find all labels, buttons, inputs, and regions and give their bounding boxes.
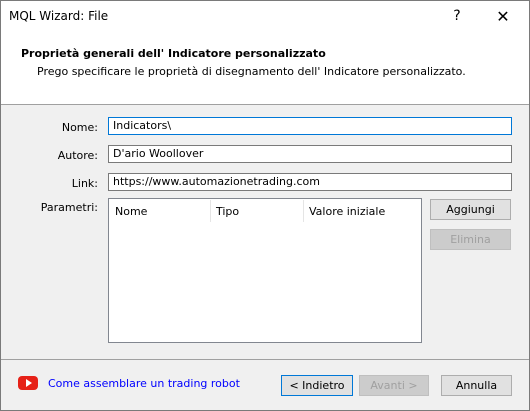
header-subtitle: Prego specificare le proprietà di disegn… [37,65,466,78]
add-parameter-button[interactable]: Aggiungi [430,199,511,220]
column-header-name[interactable]: Nome [109,199,210,223]
author-label: Autore: [57,149,98,162]
name-label: Nome: [61,121,98,134]
footer-divider [1,359,529,360]
mql-wizard-dialog: MQL Wizard: File ? ✕ Proprietà generali … [0,0,530,411]
close-button[interactable]: ✕ [483,1,523,31]
parameters-list-header: Nome Tipo Valore iniziale [109,199,421,223]
window-title: MQL Wizard: File [9,9,109,23]
name-field[interactable]: Indicators\ [108,117,512,135]
params-label: Parametri: [40,201,98,214]
link-field[interactable]: https://www.automazionetrading.com [108,173,512,191]
header-title: Proprietà generali dell' Indicatore pers… [21,47,326,60]
wizard-header: Proprietà generali dell' Indicatore pers… [1,31,529,105]
youtube-icon[interactable] [18,376,38,390]
column-header-type[interactable]: Tipo [210,199,303,223]
tutorial-link[interactable]: Come assemblare un trading robot [48,377,240,390]
next-button[interactable]: Avanti > [359,375,429,396]
back-button[interactable]: < Indietro [281,375,353,396]
cancel-button[interactable]: Annulla [441,375,512,396]
delete-parameter-button[interactable]: Elimina [430,229,511,250]
parameters-list[interactable]: Nome Tipo Valore iniziale [108,198,422,343]
link-label: Link: [71,177,98,190]
title-bar: MQL Wizard: File ? ✕ [1,1,529,31]
column-header-initial-value[interactable]: Valore iniziale [303,199,421,223]
help-button[interactable]: ? [437,1,477,31]
author-field[interactable]: D'ario Woollover [108,145,512,163]
